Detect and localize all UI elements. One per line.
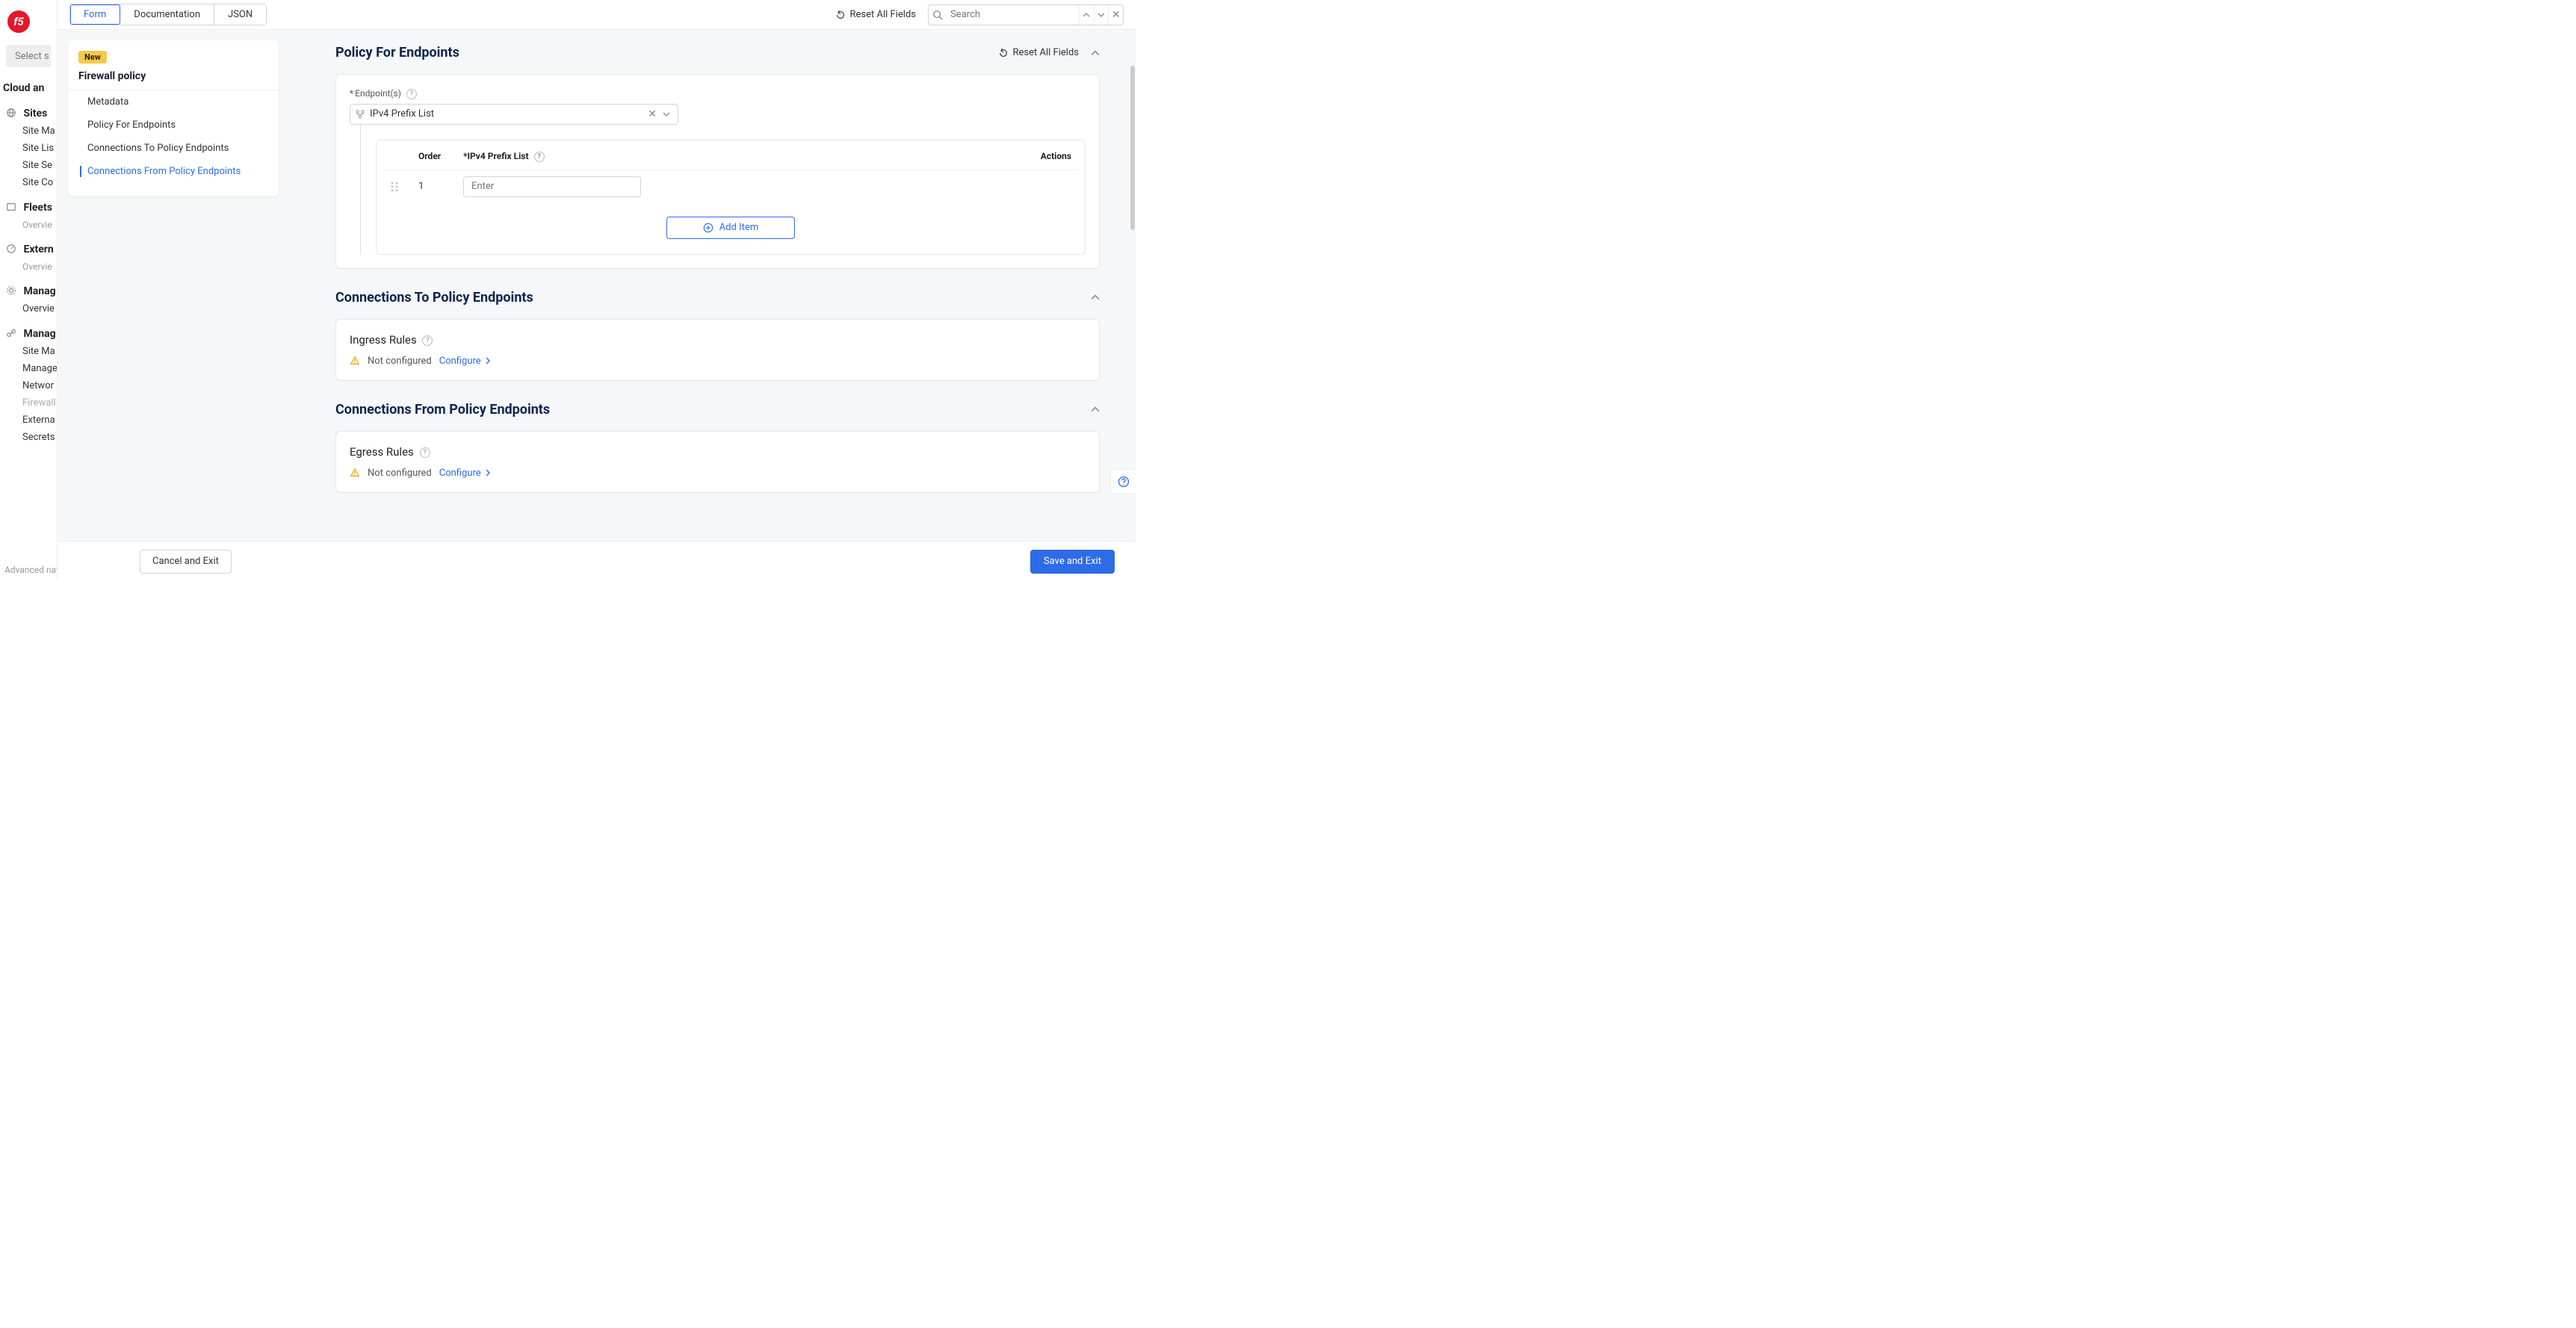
sidebar-item[interactable]: Overvie: [22, 303, 57, 314]
warning-icon: [350, 356, 360, 366]
ingress-title: Ingress Rules ?: [350, 333, 1086, 347]
prefix-input[interactable]: [463, 176, 641, 197]
chevron-down-icon[interactable]: [660, 111, 673, 118]
plus-circle-icon: [703, 223, 713, 233]
advanced-nav[interactable]: Advanced nav: [4, 565, 58, 575]
help-icon[interactable]: ?: [420, 447, 430, 458]
help-fab[interactable]: [1110, 469, 1136, 494]
service-selector[interactable]: Select s: [6, 45, 51, 67]
reset-icon: [998, 48, 1009, 58]
prefix-list-table: Order *IPv4 Prefix List ? Actions: [376, 140, 1086, 255]
section-title-policy: Policy For Endpoints: [335, 45, 998, 60]
help-icon[interactable]: ?: [422, 335, 433, 346]
nav-title: Firewall policy: [78, 70, 268, 82]
sidebar-group-manage: Manag: [22, 285, 57, 297]
collapse-policy[interactable]: [1091, 49, 1100, 58]
search-prev[interactable]: [1079, 5, 1094, 25]
nav-item-conn-to[interactable]: Connections To Policy Endpoints: [68, 137, 279, 160]
endpoint-label: *Endpoint(s) ?: [350, 88, 1086, 99]
sidebar-item[interactable]: Site Ma: [22, 346, 57, 357]
section-nav: New Firewall policy Metadata Policy For …: [68, 40, 279, 196]
save-button[interactable]: Save and Exit: [1030, 550, 1115, 574]
tab-json[interactable]: JSON: [214, 4, 266, 25]
help-icon: [1118, 476, 1130, 488]
sidebar-item[interactable]: Firewall: [22, 397, 57, 409]
view-tabs: Form Documentation JSON: [69, 4, 267, 25]
sidebar-item[interactable]: Manage: [22, 363, 57, 374]
add-item-button[interactable]: Add Item: [666, 217, 795, 239]
clear-icon[interactable]: ✕: [645, 108, 660, 120]
nav-item-conn-from[interactable]: Connections From Policy Endpoints: [68, 160, 279, 183]
sidebar-item[interactable]: Site Se: [22, 160, 57, 171]
ingress-status: Not configured: [368, 356, 432, 367]
warning-icon: [350, 468, 360, 478]
brand-logo: f5: [7, 10, 30, 33]
gear-icon: [6, 285, 16, 296]
sidebar-item[interactable]: Site Co: [22, 177, 57, 188]
search-input[interactable]: [946, 9, 1079, 20]
reset-all-fields-top[interactable]: Reset All Fields: [835, 9, 916, 20]
link-icon: [6, 328, 16, 338]
sidebar-item[interactable]: Networ: [22, 380, 57, 391]
chevron-right-icon: [484, 357, 492, 364]
topbar: Form Documentation JSON Reset All Fields…: [58, 0, 1136, 30]
app-sidebar: f5 Select s Cloud an Sites Site Ma Site …: [0, 0, 58, 581]
sidebar-item[interactable]: Site Ma: [22, 125, 57, 137]
egress-card: Egress Rules ? Not configured Configure: [335, 431, 1100, 493]
form-panel: Form Documentation JSON Reset All Fields…: [58, 0, 1136, 581]
sidebar-item[interactable]: Externa: [22, 415, 57, 426]
egress-title: Egress Rules ?: [350, 445, 1086, 459]
reset-section-policy[interactable]: Reset All Fields: [998, 47, 1079, 58]
section-title-conn-to: Connections To Policy Endpoints: [335, 290, 1091, 305]
sidebar-item[interactable]: Secrets: [22, 432, 57, 443]
sidebar-item[interactable]: Site Lis: [22, 143, 57, 154]
table-row: 1: [384, 170, 1077, 203]
egress-status: Not configured: [368, 468, 432, 479]
collapse-conn-to[interactable]: [1091, 293, 1100, 302]
branch-icon: [355, 109, 365, 120]
sidebar-group-external: Extern: [22, 243, 57, 255]
tab-documentation[interactable]: Documentation: [120, 4, 214, 25]
form-scroll[interactable]: Policy For Endpoints Reset All Fields *E…: [279, 30, 1136, 541]
footer: Cancel and Exit Save and Exit: [58, 541, 1136, 581]
row-order: 1: [418, 181, 463, 192]
endpoint-type-select[interactable]: IPv4 Prefix List ✕: [350, 104, 678, 125]
collapse-conn-from[interactable]: [1091, 405, 1100, 414]
configure-egress[interactable]: Configure: [439, 468, 492, 479]
reset-icon: [835, 10, 846, 20]
sidebar-group-manage2: Manag: [22, 328, 57, 340]
th-order: Order: [418, 151, 463, 162]
chevron-right-icon: [484, 469, 492, 477]
scrollbar[interactable]: [1129, 30, 1135, 541]
fleet-icon: [6, 202, 16, 212]
search-next[interactable]: [1094, 5, 1109, 25]
sidebar-group: Cloud an: [3, 82, 57, 94]
search-icon: [929, 10, 946, 20]
th-prefix-list: *IPv4 Prefix List ?: [463, 151, 657, 162]
th-actions: Actions: [1027, 151, 1071, 162]
nav-item-metadata[interactable]: Metadata: [68, 90, 279, 114]
nav-item-policy[interactable]: Policy For Endpoints: [68, 114, 279, 137]
tab-form[interactable]: Form: [70, 4, 120, 25]
globe-icon: [6, 108, 16, 118]
section-title-conn-from: Connections From Policy Endpoints: [335, 402, 1091, 418]
search-clear[interactable]: ✕: [1108, 5, 1123, 25]
cancel-button[interactable]: Cancel and Exit: [140, 550, 232, 574]
configure-ingress[interactable]: Configure: [439, 356, 492, 367]
ingress-card: Ingress Rules ? Not configured Configure: [335, 319, 1100, 381]
sidebar-group-sites: Sites: [22, 108, 57, 120]
sidebar-group-fleets: Fleets: [22, 202, 57, 214]
new-badge: New: [78, 51, 107, 63]
help-icon[interactable]: ?: [534, 152, 545, 162]
policy-card: *Endpoint(s) ? IPv4 Prefix List ✕: [335, 74, 1100, 269]
search-box: ✕: [928, 4, 1124, 25]
help-icon[interactable]: ?: [406, 89, 417, 99]
gauge-icon: [6, 243, 16, 254]
drag-handle[interactable]: [390, 181, 418, 192]
